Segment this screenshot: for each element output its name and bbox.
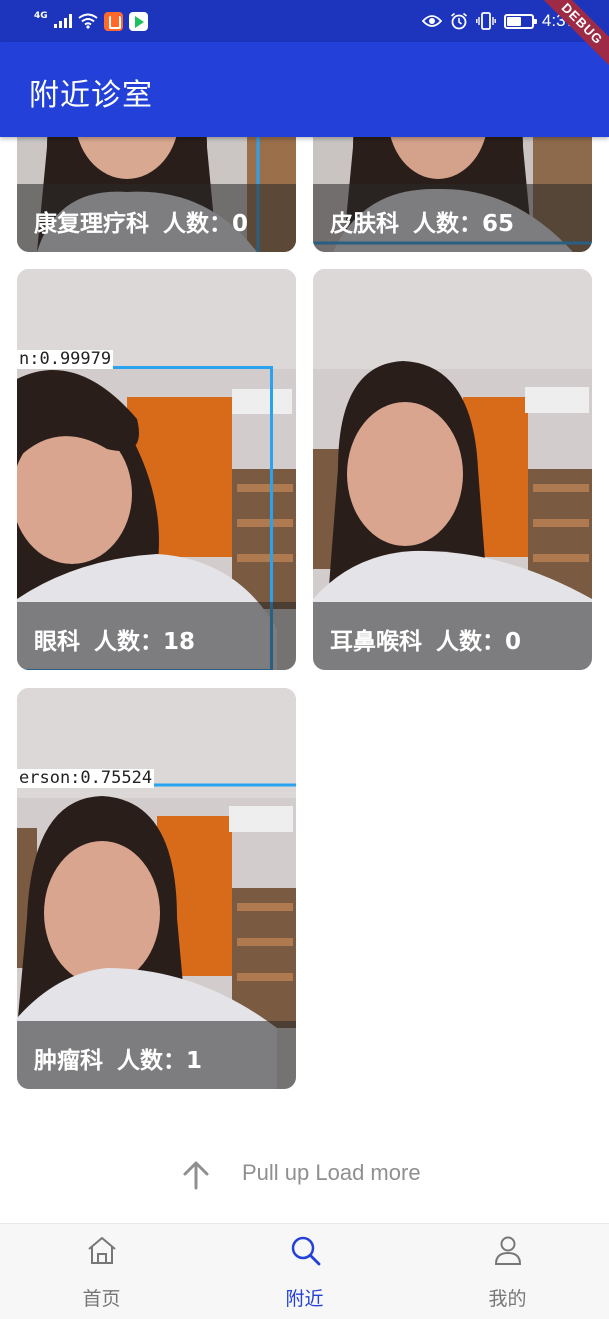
patient-count: 65	[482, 211, 515, 237]
dept-name: 康复理疗科	[34, 211, 149, 237]
dept-name: 耳鼻喉科	[330, 629, 422, 655]
card-caption: 皮肤科 人数：65	[313, 184, 592, 252]
detection-label: erson:0.75524	[17, 768, 155, 788]
app-notification-icon	[103, 11, 123, 31]
patient-count: 18	[163, 629, 196, 655]
clinic-grid[interactable]: 康复理疗科 人数：0 皮肤科 人数：65 n:0.99979 眼科 人数：18 …	[0, 137, 609, 1223]
wifi-icon	[78, 13, 98, 29]
card-caption-text: 耳鼻喉科 人数：0	[330, 622, 521, 656]
count-label: 人数：	[436, 629, 505, 655]
patient-count: 1	[186, 1048, 203, 1074]
dept-name: 皮肤科	[330, 211, 399, 237]
eye-comfort-icon	[421, 15, 442, 27]
clinic-card[interactable]: erson:0.75524 肿瘤科 人数：1	[17, 688, 296, 1089]
status-left: 4G	[34, 10, 148, 32]
load-more-indicator[interactable]: Pull up Load more	[0, 1150, 609, 1198]
clinic-card[interactable]: 康复理疗科 人数：0	[17, 137, 296, 252]
load-more-text: Pull up Load more	[242, 1160, 421, 1185]
clinic-card[interactable]: n:0.99979 眼科 人数：18	[17, 269, 296, 670]
clinic-card[interactable]: 耳鼻喉科 人数：0	[313, 269, 592, 670]
clinic-card[interactable]: 皮肤科 人数：65	[313, 137, 592, 252]
app-bar: 附近诊室	[0, 42, 609, 137]
page-title: 附近诊室	[29, 78, 153, 113]
dept-name: 肿瘤科	[34, 1048, 103, 1074]
patient-count: 0	[505, 629, 522, 655]
vibrate-icon	[476, 12, 496, 30]
card-caption-text: 眼科 人数：18	[34, 622, 195, 656]
profile-icon	[494, 1236, 522, 1265]
card-caption-text: 康复理疗科 人数：0	[34, 204, 248, 238]
status-right: 4:37	[421, 10, 575, 32]
detection-label: n:0.99979	[17, 349, 114, 369]
dept-name: 眼科	[34, 629, 80, 655]
alarm-icon	[450, 12, 467, 30]
count-label: 人数：	[117, 1048, 186, 1074]
card-caption: 康复理疗科 人数：0	[17, 184, 296, 252]
network-type: 4G	[34, 11, 48, 21]
battery-icon	[503, 13, 537, 29]
card-caption: 眼科 人数：18	[17, 602, 296, 670]
nav-profile-label: 我的	[488, 1288, 527, 1310]
home-icon	[88, 1237, 116, 1264]
bottom-nav: 首页 附近 我的	[0, 1223, 609, 1319]
count-label: 人数：	[413, 211, 482, 237]
nav-profile[interactable]: 我的	[406, 1224, 609, 1319]
nav-nearby[interactable]: 附近	[203, 1224, 406, 1319]
card-caption-text: 皮肤科 人数：65	[330, 204, 514, 238]
nav-nearby-label: 附近	[285, 1288, 324, 1310]
arrow-up-icon	[183, 1161, 209, 1190]
nav-home-label: 首页	[82, 1288, 121, 1310]
count-label: 人数：	[163, 211, 232, 237]
card-caption-text: 肿瘤科 人数：1	[34, 1041, 202, 1075]
video-app-icon	[128, 11, 148, 31]
count-label: 人数：	[94, 629, 163, 655]
signal-icon	[53, 14, 72, 28]
card-caption: 耳鼻喉科 人数：0	[313, 602, 592, 670]
nav-home[interactable]: 首页	[0, 1224, 203, 1319]
search-icon	[291, 1236, 321, 1266]
status-bar: 4G 4:37	[0, 0, 609, 42]
card-caption: 肿瘤科 人数：1	[17, 1021, 296, 1089]
patient-count: 0	[232, 211, 249, 237]
